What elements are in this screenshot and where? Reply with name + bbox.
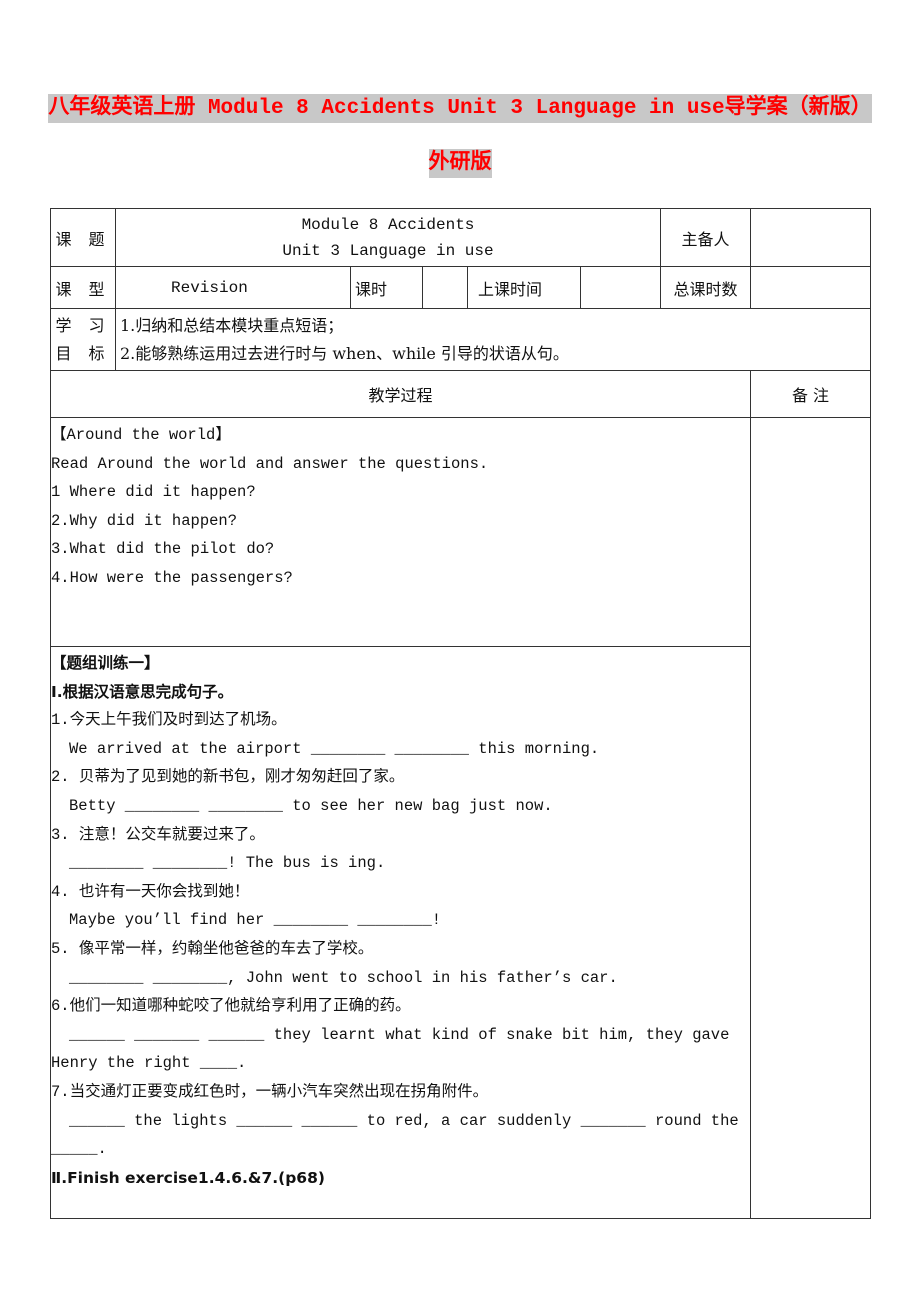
process-heading: 教学过程 <box>50 370 751 418</box>
type-label: 课 型 <box>50 266 116 309</box>
topic-line-1: Module 8 Accidents <box>301 215 475 234</box>
question-item: 3.What did the pilot do? <box>51 540 275 559</box>
part2-instruction: Ⅱ.Finish exercise1.4.6.&7.(p68) <box>51 1168 325 1187</box>
lesson-plan-table: 课 题 Module 8 Accidents Unit 3 Language i… <box>50 208 871 1219</box>
item-en: ________ ________! The bus is ing. <box>69 854 386 873</box>
title-text: 八年级英语上册 Module 8 Accidents Unit 3 Langua… <box>48 94 872 123</box>
objectives-label-1: 学 习 <box>55 315 111 335</box>
preparer-label: 主备人 <box>660 208 751 267</box>
total-periods-label: 总课时数 <box>660 266 751 309</box>
topic-value: Module 8 Accidents Unit 3 Language in us… <box>115 208 661 267</box>
class-time-value <box>580 266 661 309</box>
objectives-list: 1.归纳和总结本模块重点短语； 2.能够熟练运用过去进行时与 when、whil… <box>115 308 871 371</box>
question-item: 2.Why did it happen? <box>51 511 238 530</box>
document-title-line-1: 八年级英语上册 Module 8 Accidents Unit 3 Langua… <box>0 90 920 123</box>
item-en-continued: Henry the right ____. <box>51 1054 247 1073</box>
type-row: 课 型 Revision 课时 上课时间 总课时数 <box>50 266 871 309</box>
preparer-value <box>750 208 871 267</box>
question-item: 4.How were the passengers? <box>51 568 293 587</box>
objectives-row: 学 习 目 标 1.归纳和总结本模块重点短语； 2.能够熟练运用过去进行时与 w… <box>50 308 871 371</box>
item-en: We arrived at the airport ________ _____… <box>69 739 600 758</box>
objective-item: 1.归纳和总结本模块重点短语； <box>120 315 344 335</box>
item-cn: 4. 也许有一天你会找到她！ <box>51 882 250 901</box>
objectives-label-2: 目 标 <box>55 343 111 363</box>
objective-item: 2.能够熟练运用过去进行时与 when、while 引导的状语从句。 <box>120 343 569 363</box>
item-en: Maybe you’ll find her ________ ________! <box>69 911 442 930</box>
item-cn: 5. 像平常一样，约翰坐他爸爸的车去了学校。 <box>51 939 374 958</box>
notes-heading: 备 注 <box>750 370 871 418</box>
item-cn: 3. 注意！公交车就要过来了。 <box>51 825 265 844</box>
exercise-section: 【题组训练一】 Ⅰ.根据汉语意思完成句子。 1.今天上午我们及时到达了机场。 W… <box>50 646 751 1219</box>
item-en: Betty ________ ________ to see her new b… <box>69 796 553 815</box>
class-time-label: 上课时间 <box>467 266 581 309</box>
section-title: 【Around the world】 <box>51 426 231 444</box>
item-cn: 6.他们一知道哪种蛇咬了他就给亨利用了正确的药。 <box>51 997 411 1016</box>
topic-label: 课 题 <box>50 208 116 267</box>
section-intro: Read Around the world and answer the que… <box>51 454 489 473</box>
exercise-title: 【题组训练一】 <box>51 654 160 672</box>
total-periods-value <box>750 266 871 309</box>
topic-row: 课 题 Module 8 Accidents Unit 3 Language i… <box>50 208 871 267</box>
question-item: 1 Where did it happen? <box>51 483 256 502</box>
objectives-label: 学 习 目 标 <box>50 308 116 371</box>
item-en: ______ the lights ______ ______ to red, … <box>69 1111 739 1130</box>
item-en: ________ ________, John went to school i… <box>69 968 618 987</box>
part1-title: Ⅰ.根据汉语意思完成句子。 <box>51 682 234 701</box>
around-world-row: 【Around the world】 Read Around the world… <box>50 417 871 1219</box>
item-cn: 2. 贝蒂为了见到她的新书包，刚才匆匆赶回了家。 <box>51 768 405 787</box>
exercise-row: 【题组训练一】 Ⅰ.根据汉语意思完成句子。 1.今天上午我们及时到达了机场。 W… <box>50 646 871 1219</box>
around-world-section: 【Around the world】 Read Around the world… <box>50 417 751 647</box>
process-header-row: 教学过程 备 注 <box>50 370 871 418</box>
type-value: Revision <box>115 266 351 309</box>
item-cn: 1.今天上午我们及时到达了机场。 <box>51 711 287 730</box>
notes-column <box>750 417 871 1219</box>
title-text-2: 外研版 <box>428 149 492 178</box>
item-en-continued: _____. <box>51 1140 107 1159</box>
item-en: ______ _______ ______ they learnt what k… <box>69 1025 730 1044</box>
item-cn: 7.当交通灯正要变成红色时，一辆小汽车突然出现在拐角附件。 <box>51 1082 489 1101</box>
period-label: 课时 <box>350 266 423 309</box>
topic-line-2: Unit 3 Language in use <box>282 241 494 260</box>
document-title-line-2: 外研版 <box>0 145 920 178</box>
period-value <box>422 266 468 309</box>
